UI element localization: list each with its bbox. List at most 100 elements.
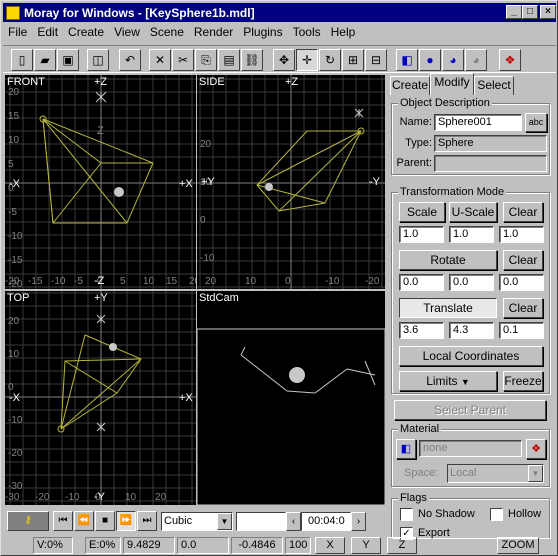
material-browse-icon[interactable]: ◧ [396,439,416,459]
clear-rotate-button[interactable]: Clear [503,250,543,270]
time-prev-button[interactable]: ‹ [286,512,301,531]
maximize-button[interactable]: □ [522,5,538,19]
interpolation-select[interactable]: Cubic ▼ [161,512,233,531]
open-icon[interactable]: ▰ [34,49,56,71]
move-icon[interactable]: ✥ [273,49,295,71]
rotate-button[interactable]: Rotate [399,250,497,270]
name-field[interactable]: Sphere001 [434,114,522,131]
time-slider[interactable] [236,512,286,531]
toolbar: ▯ ▰ ▣ ◫ ↶ ✕ ✂ ⎘ ▤ ⛓ ✥ ✛ ↻ ⊞ ⊟ ◧ ● ◕ ◕ ❖ [3,45,556,73]
last-frame-button[interactable]: ⏭ [137,511,157,531]
camera-view-canvas[interactable] [197,291,385,505]
tick-label: -10 [51,276,66,287]
rotate-icon[interactable]: ↻ [319,49,341,71]
grid-icon[interactable]: ⊞ [342,49,364,71]
rotate-z-field[interactable]: 0.0 [499,274,544,291]
cut-icon[interactable]: ✂ [172,49,194,71]
tick-label: 20 [200,139,212,150]
menu-edit[interactable]: Edit [32,25,63,39]
translate-x-field[interactable]: 3.6 [399,322,444,339]
freeze-button[interactable]: Freeze [503,371,543,391]
link-icon[interactable]: ⛓ [241,49,263,71]
save-icon[interactable]: ▣ [57,49,79,71]
menu-view[interactable]: View [109,25,145,39]
menu-render[interactable]: Render [189,25,238,39]
material-icon[interactable]: ◧ [396,49,418,71]
viewport-side[interactable]: 20100-10-2020100-10-20 SIDE +Z +Y -Y [197,75,385,289]
viewport-front[interactable]: 20151050-5-10-15-20-20-15-10-505101520 F… [5,75,196,289]
new-icon[interactable]: ▯ [11,49,33,71]
axis-z-toggle[interactable]: Z [387,537,417,554]
undo-icon[interactable]: ◫ [87,49,109,71]
scale-x-field[interactable]: 1.0 [399,226,444,243]
first-frame-button[interactable]: ⏮ [53,511,73,531]
abc-button[interactable]: abc [525,113,547,132]
window-title: Moray for Windows - [KeySphere1b.mdl] [24,5,255,20]
menu-help[interactable]: Help [326,25,361,39]
translate-button[interactable]: Translate [399,298,497,318]
chevron-down-icon: ▼ [460,377,470,387]
menu-plugins[interactable]: Plugins [238,25,287,39]
clear-scale-button[interactable]: Clear [503,202,543,222]
title-bar[interactable]: Moray for Windows - [KeySphere1b.mdl] _ … [3,3,556,22]
time-next-button[interactable]: › [351,512,366,531]
flags-group: Flags No Shadow Hollow ✓ Export [391,492,550,540]
chevron-down-icon[interactable]: ▼ [528,465,543,482]
axis-x-toggle[interactable]: X [315,537,345,554]
top-view-canvas[interactable]: 20100-10-20-30-30 -20 -10 0 10 20 [5,291,196,505]
tab-select[interactable]: Select [474,76,514,95]
select-parent-button[interactable]: Select Parent [394,400,546,420]
menu-file[interactable]: File [3,25,32,39]
viewport-camera[interactable]: StdCam [197,291,385,505]
prev-frame-button[interactable]: ⏪ [74,511,94,531]
no-shadow-checkbox[interactable] [400,508,413,521]
key-icon[interactable]: ⚷ [7,511,49,531]
zoom-button[interactable]: ZOOM [497,537,539,554]
translate-icon[interactable]: ✛ [296,49,318,71]
scale-y-field[interactable]: 1.0 [449,226,494,243]
viewport-top[interactable]: 20 10 0 -10 -20 -30 -30 -20 -10 0 10 20 TOP +Y -X +… [5,291,196,505]
tab-create[interactable]: Create [390,76,430,95]
tab-modify[interactable]: Modify [430,73,474,95]
uscale-button[interactable]: U-Scale [449,202,497,222]
local-coordinates-button[interactable]: Local Coordinates [399,346,543,366]
front-view-canvas[interactable]: 20151050-5-10-15-20-20-15-10-505101520 [5,75,196,289]
paste-icon[interactable]: ▤ [218,49,240,71]
render-options-icon[interactable]: ◕ [465,49,487,71]
copy-icon[interactable]: ⎘ [195,49,217,71]
translate-y-field[interactable]: 4.3 [449,322,494,339]
menu-tools[interactable]: Tools [288,25,326,39]
menu-create[interactable]: Create [63,25,109,39]
menu-scene[interactable]: Scene [145,25,189,39]
axis-y-toggle[interactable]: Y [351,537,381,554]
space-select[interactable]: Local ▼ [447,464,544,483]
tick-label: -5 [8,207,17,218]
object-description-group: Object Description Name: Sphere001 abc T… [391,97,550,175]
delete-icon[interactable]: ✕ [149,49,171,71]
sphere-icon[interactable]: ● [419,49,441,71]
time-field[interactable]: 00:04:0 [301,512,351,531]
stop-button[interactable]: ■ [95,511,115,531]
limits-button[interactable]: Limits ▼ [399,371,497,391]
side-view-canvas[interactable]: 20100-10-2020100-10-20 [197,75,385,289]
clear-translate-button[interactable]: Clear [503,298,543,318]
panel-scrollbar[interactable] [551,97,556,535]
minimize-button[interactable]: _ [506,5,522,19]
palette-icon[interactable]: ❖ [526,439,546,459]
undo-arrow-icon[interactable]: ↶ [119,49,141,71]
hollow-checkbox[interactable] [490,508,503,521]
render-icon[interactable]: ◕ [442,49,464,71]
next-frame-button[interactable]: ⏩ [116,511,136,531]
chevron-down-icon[interactable]: ▼ [217,513,232,530]
translate-z-field[interactable]: 0.1 [499,322,544,339]
axis-label: -Y [94,491,105,503]
grid-split-icon[interactable]: ⊟ [365,49,387,71]
palette-icon[interactable]: ❖ [499,49,521,71]
close-button[interactable]: × [540,5,556,19]
scale-z-field[interactable]: 1.0 [499,226,544,243]
sphere-object [114,187,124,197]
rotate-x-field[interactable]: 0.0 [399,274,444,291]
rotate-y-field[interactable]: 0.0 [449,274,494,291]
scale-button[interactable]: Scale [399,202,445,222]
camera-frame [197,328,385,505]
